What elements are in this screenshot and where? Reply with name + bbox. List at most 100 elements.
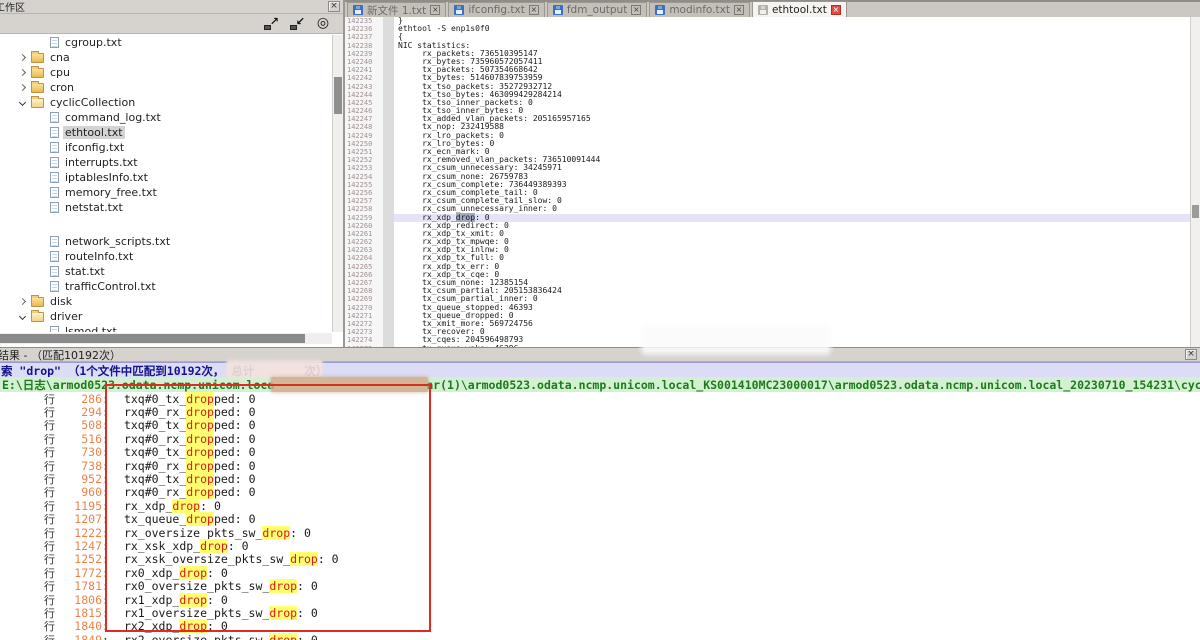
tree-item-lsmod.txt[interactable]: lsmod.txt <box>0 324 332 332</box>
bookmark-margin[interactable] <box>383 214 394 222</box>
bookmark-margin[interactable] <box>383 271 394 279</box>
result-row[interactable]: 行516:rxq#0_rx_dropped: 0 <box>0 432 1200 445</box>
tab-close-icon[interactable]: × <box>430 5 440 15</box>
bookmark-margin[interactable] <box>383 189 394 197</box>
bookmark-margin[interactable] <box>383 33 394 41</box>
bookmark-margin[interactable] <box>383 99 394 107</box>
result-row[interactable]: 行1849:rx2_oversize_pkts_sw_drop: 0 <box>0 633 1200 640</box>
bookmark-margin[interactable] <box>383 312 394 320</box>
tree-horizontal-scrollbar[interactable] <box>0 333 332 344</box>
result-row[interactable]: 行1222:rx_oversize_pkts_sw_drop: 0 <box>0 526 1200 539</box>
tree-item-driver[interactable]: driver <box>0 309 332 324</box>
tab-close-icon[interactable]: × <box>831 5 841 15</box>
results-close-icon[interactable]: × <box>1185 349 1197 360</box>
result-row[interactable]: 行738:rxq#0_rx_dropped: 0 <box>0 459 1200 472</box>
bookmark-margin[interactable] <box>383 58 394 66</box>
tree-item-trafficControl.txt[interactable]: trafficControl.txt <box>0 279 332 294</box>
bookmark-margin[interactable] <box>383 205 394 213</box>
bookmark-margin[interactable] <box>383 263 394 271</box>
bookmark-margin[interactable] <box>383 115 394 123</box>
collapse-all-icon[interactable]: ↙ <box>289 16 305 31</box>
chevron-down-icon[interactable] <box>19 99 26 106</box>
bookmark-margin[interactable] <box>383 181 394 189</box>
bookmark-margin[interactable] <box>383 132 394 140</box>
chevron-right-icon[interactable] <box>19 298 26 305</box>
bookmark-margin[interactable] <box>383 173 394 181</box>
bookmark-margin[interactable] <box>383 164 394 172</box>
chevron-down-icon[interactable] <box>19 313 26 320</box>
bookmark-margin[interactable] <box>383 107 394 115</box>
editor-vertical-scrollbar[interactable] <box>1190 17 1200 347</box>
tab-fdm_output[interactable]: fdm_output× <box>547 2 647 17</box>
editor-text-area[interactable]: 142235}142236ethtool -S enp1s0f0142237{1… <box>345 17 1190 347</box>
editor-line[interactable]: 142236ethtool -S enp1s0f0 <box>345 25 1190 33</box>
search-summary-line[interactable]: 索 "drop" （1个文件中匹配到10192次， 总计次） <box>0 362 1200 377</box>
bookmark-margin[interactable] <box>383 279 394 287</box>
tree-item-netstat.txt[interactable]: netstat.txt <box>0 200 332 215</box>
tree-item-ethtool.txt[interactable]: ethtool.txt <box>0 125 332 140</box>
tab-close-icon[interactable]: × <box>529 5 539 15</box>
bookmark-margin[interactable] <box>383 140 394 148</box>
bookmark-margin[interactable] <box>383 320 394 328</box>
tree-item-cron[interactable]: cron <box>0 80 332 95</box>
bookmark-margin[interactable] <box>383 156 394 164</box>
tab-close-icon[interactable]: × <box>631 5 641 15</box>
bookmark-margin[interactable] <box>383 91 394 99</box>
tree-item-iptablesInfo.txt[interactable]: iptablesInfo.txt <box>0 170 332 185</box>
bookmark-margin[interactable] <box>383 148 394 156</box>
result-row[interactable]: 行294:rxq#0_rx_dropped: 0 <box>0 405 1200 418</box>
bookmark-margin[interactable] <box>383 66 394 74</box>
chevron-right-icon[interactable] <box>19 84 26 91</box>
bookmark-margin[interactable] <box>383 295 394 303</box>
bookmark-margin[interactable] <box>383 123 394 131</box>
tree-item-cna[interactable]: cna <box>0 50 332 65</box>
bookmark-margin[interactable] <box>383 222 394 230</box>
result-row[interactable]: 行508:txq#0_tx_dropped: 0 <box>0 419 1200 432</box>
editor-line[interactable]: 142237{ <box>345 33 1190 41</box>
bookmark-margin[interactable] <box>383 246 394 254</box>
tab-ethtool.txt[interactable]: ethtool.txt× <box>752 1 847 17</box>
bookmark-margin[interactable] <box>383 254 394 262</box>
tab-modinfo.txt[interactable]: modinfo.txt× <box>649 2 750 17</box>
tree-item-cpu[interactable]: cpu <box>0 65 332 80</box>
result-row[interactable]: 行1806:rx1_xdp_drop: 0 <box>0 593 1200 606</box>
bookmark-margin[interactable] <box>383 230 394 238</box>
result-row[interactable]: 行1195:rx_xdp_drop: 0 <box>0 499 1200 512</box>
chevron-right-icon[interactable] <box>19 69 26 76</box>
tree-item-routeInfo.txt[interactable]: routeInfo.txt <box>0 249 332 264</box>
tree-vertical-scrollbar[interactable] <box>332 35 343 332</box>
tree-item-ifconfig.txt[interactable]: ifconfig.txt <box>0 140 332 155</box>
result-row[interactable]: 行1815:rx1_oversize_pkts_sw_drop: 0 <box>0 606 1200 619</box>
expand-all-icon[interactable]: ↗ <box>263 16 279 31</box>
tab-close-icon[interactable]: × <box>734 5 744 15</box>
bookmark-margin[interactable] <box>383 336 394 344</box>
result-row[interactable]: 行1781:rx0_oversize_pkts_sw_drop: 0 <box>0 579 1200 592</box>
scrollbar-thumb[interactable] <box>0 334 305 343</box>
chevron-right-icon[interactable] <box>19 54 26 61</box>
bookmark-margin[interactable] <box>383 287 394 295</box>
locate-file-icon[interactable]: ◎ <box>315 16 331 31</box>
bookmark-margin[interactable] <box>383 197 394 205</box>
bookmark-margin[interactable] <box>383 50 394 58</box>
result-row[interactable]: 行1840:rx2_xdp_drop: 0 <box>0 620 1200 633</box>
result-row[interactable]: 行960:rxq#0_rx_dropped: 0 <box>0 486 1200 499</box>
result-row[interactable]: 行1252:rx_xsk_oversize_pkts_sw_drop: 0 <box>0 553 1200 566</box>
bookmark-margin[interactable] <box>383 25 394 33</box>
bookmark-margin[interactable] <box>383 328 394 336</box>
tree-item-stat.txt[interactable]: stat.txt <box>0 264 332 279</box>
tree-item-cgroup.txt[interactable]: cgroup.txt <box>0 35 332 50</box>
result-row[interactable]: 行952:txq#0_tx_dropped: 0 <box>0 472 1200 485</box>
result-file-path-line[interactable]: E:\日志\armod0523.odata.ncmp.unicom.locaar… <box>0 377 1200 392</box>
bookmark-margin[interactable] <box>383 42 394 50</box>
result-row[interactable]: 行1247:rx_xsk_xdp_drop: 0 <box>0 539 1200 552</box>
bookmark-margin[interactable] <box>383 304 394 312</box>
tab-ifconfig.txt[interactable]: ifconfig.txt× <box>448 2 545 17</box>
result-row[interactable]: 行1207:tx_queue_dropped: 0 <box>0 513 1200 526</box>
bookmark-margin[interactable] <box>383 83 394 91</box>
bookmark-margin[interactable] <box>383 238 394 246</box>
tab-新文件 1.txt[interactable]: 新文件 1.txt× <box>347 2 446 17</box>
result-row[interactable]: 行1772:rx0_xdp_drop: 0 <box>0 566 1200 579</box>
scrollbar-thumb[interactable] <box>334 77 342 114</box>
bookmark-margin[interactable] <box>383 74 394 82</box>
tree-item-memory_free.txt[interactable]: memory_free.txt <box>0 185 332 200</box>
